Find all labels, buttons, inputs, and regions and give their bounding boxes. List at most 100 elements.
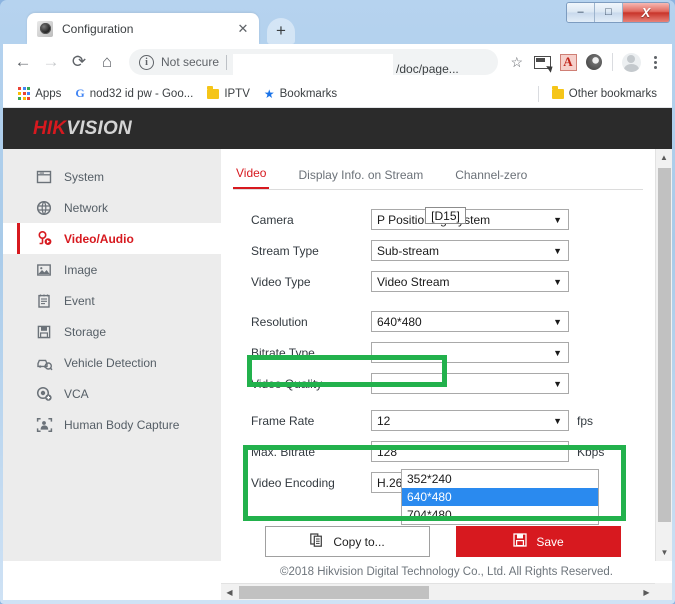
- menu-dots-icon[interactable]: [644, 56, 666, 69]
- adobe-acrobat-icon[interactable]: A: [555, 49, 581, 75]
- sidebar-item-video-audio[interactable]: Video/Audio: [3, 223, 221, 254]
- tab-video[interactable]: Video: [233, 166, 269, 189]
- tab-title: Configuration: [62, 22, 235, 36]
- dropdown-option-selected[interactable]: 640*480: [402, 488, 598, 506]
- frame-rate-select[interactable]: 12 ▼: [371, 410, 569, 431]
- form-row-camera: Camera P Positioning System ▼ [D15]: [251, 204, 655, 235]
- bookmarks-divider: [538, 86, 539, 102]
- horizontal-scrollbar[interactable]: ◀ ▶: [221, 583, 655, 600]
- scrollbar-corner: [655, 583, 672, 600]
- form-row-resolution: Resolution 640*480 ▼: [251, 306, 655, 337]
- page-capture-icon[interactable]: [529, 49, 555, 75]
- sidebar-item-network[interactable]: Network: [3, 192, 221, 223]
- sidebar-item-image[interactable]: Image: [3, 254, 221, 285]
- reload-button[interactable]: ⟳: [65, 48, 93, 76]
- page-body: System Network Video/Audio: [3, 149, 672, 600]
- dropdown-option[interactable]: 704*480: [402, 506, 598, 524]
- video-audio-icon: [35, 230, 53, 248]
- scroll-right-button[interactable]: ▶: [638, 584, 655, 600]
- car-search-icon: [35, 354, 53, 372]
- dropdown-option[interactable]: 352*240: [402, 470, 598, 488]
- max-bitrate-input[interactable]: 128: [371, 441, 569, 462]
- bitrate-type-select[interactable]: ▼: [371, 342, 569, 363]
- action-buttons: Copy to... Save: [265, 526, 655, 557]
- sidebar-item-human-body-capture[interactable]: Human Body Capture: [3, 409, 221, 440]
- back-button[interactable]: ←: [9, 48, 37, 76]
- save-button[interactable]: Save: [456, 526, 621, 557]
- stream-type-select[interactable]: Sub-stream ▼: [371, 240, 569, 261]
- resolution-select[interactable]: 640*480 ▼: [371, 311, 569, 332]
- chevron-down-icon: ▼: [553, 277, 562, 287]
- sidebar-item-system[interactable]: System: [3, 161, 221, 192]
- forward-button[interactable]: →: [37, 48, 65, 76]
- content-panel: Video Display Info. on Stream Channel-ze…: [221, 149, 655, 561]
- tab-channel-zero[interactable]: Channel-zero: [452, 168, 530, 189]
- home-button[interactable]: ⌂: [93, 48, 121, 76]
- form-row-stream-type: Stream Type Sub-stream ▼: [251, 235, 655, 266]
- video-quality-select[interactable]: ▼: [371, 373, 569, 394]
- camera-select[interactable]: P Positioning System ▼: [371, 209, 569, 230]
- bookmark-label: Apps: [35, 88, 61, 100]
- bookmark-bookmarks[interactable]: ★ Bookmarks: [257, 87, 344, 101]
- bookmark-apps[interactable]: Apps: [11, 87, 68, 99]
- form-row-bitrate-type: Bitrate Type ▼: [251, 337, 655, 368]
- sidebar-item-label: Image: [64, 263, 97, 277]
- vertical-scroll-thumb[interactable]: [658, 168, 671, 522]
- info-icon[interactable]: i: [139, 55, 154, 70]
- security-status-label: Not secure: [161, 55, 219, 69]
- field-label-video-quality: Video Quality: [251, 377, 371, 391]
- video-type-select[interactable]: Video Stream ▼: [371, 271, 569, 292]
- sidebar-item-label: Event: [64, 294, 95, 308]
- browser-tab-configuration[interactable]: Configuration ✕: [27, 13, 259, 44]
- field-label-frame-rate: Frame Rate: [251, 414, 371, 428]
- camera-lens-icon: [37, 21, 53, 37]
- form-row-frame-rate: Frame Rate 12 ▼ fps: [251, 405, 655, 436]
- field-label-camera: Camera: [251, 213, 371, 227]
- vertical-scrollbar[interactable]: ▲ ▼: [655, 149, 672, 561]
- opera-icon[interactable]: [581, 49, 607, 75]
- logo-part-vision: VISION: [66, 118, 132, 139]
- field-label-stream-type: Stream Type: [251, 244, 371, 258]
- url-redaction-overlay: [233, 54, 393, 75]
- site-header: HIKVISION: [3, 108, 672, 149]
- bookmark-label: Bookmarks: [280, 88, 338, 100]
- tab-display-info-on-stream[interactable]: Display Info. on Stream: [295, 168, 426, 189]
- bookmark-star-icon[interactable]: ☆: [510, 54, 523, 71]
- scroll-up-button[interactable]: ▲: [656, 149, 672, 166]
- sidebar-item-storage[interactable]: Storage: [3, 316, 221, 347]
- sidebar-item-label: Storage: [64, 325, 106, 339]
- copy-icon: [310, 533, 324, 550]
- sidebar-item-label: System: [64, 170, 104, 184]
- bookmark-label: nod32 id pw - Goo...: [90, 88, 194, 100]
- logo-part-hik: HIK: [33, 118, 66, 139]
- frame-rate-value: 12: [377, 414, 390, 428]
- bookmark-nod32[interactable]: G nod32 id pw - Goo...: [68, 86, 200, 101]
- other-bookmarks[interactable]: Other bookmarks: [545, 88, 664, 100]
- frame-rate-unit: fps: [577, 414, 593, 428]
- video-type-value: Video Stream: [377, 275, 450, 289]
- horizontal-scroll-thumb[interactable]: [239, 586, 429, 599]
- bookmark-iptv[interactable]: IPTV: [200, 88, 257, 100]
- sidebar-item-event[interactable]: Event: [3, 285, 221, 316]
- window-icon: [35, 168, 53, 186]
- field-label-video-type: Video Type: [251, 275, 371, 289]
- clipboard-icon: [35, 292, 53, 310]
- new-tab-button[interactable]: +: [267, 18, 295, 44]
- scroll-left-button[interactable]: ◀: [221, 584, 238, 600]
- sidebar-item-vca[interactable]: VCA: [3, 378, 221, 409]
- avatar[interactable]: [618, 49, 644, 75]
- bookmark-label: IPTV: [224, 88, 250, 100]
- scroll-down-button[interactable]: ▼: [656, 544, 672, 561]
- google-icon: G: [75, 86, 84, 101]
- toolbar-divider: [612, 53, 613, 71]
- copy-to-button[interactable]: Copy to...: [265, 526, 430, 557]
- sidebar-item-vehicle-detection[interactable]: Vehicle Detection: [3, 347, 221, 378]
- resolution-value: 640*480: [377, 315, 422, 329]
- stream-type-value: Sub-stream: [377, 244, 439, 258]
- chevron-down-icon: ▼: [553, 348, 562, 358]
- resolution-dropdown-list[interactable]: 352*240 640*480 704*480: [401, 469, 599, 525]
- chevron-down-icon: ▼: [553, 246, 562, 256]
- sidebar-nav: System Network Video/Audio: [3, 149, 221, 561]
- close-icon[interactable]: ✕: [235, 21, 251, 37]
- address-bar[interactable]: i Not secure /doc/page...: [129, 49, 498, 75]
